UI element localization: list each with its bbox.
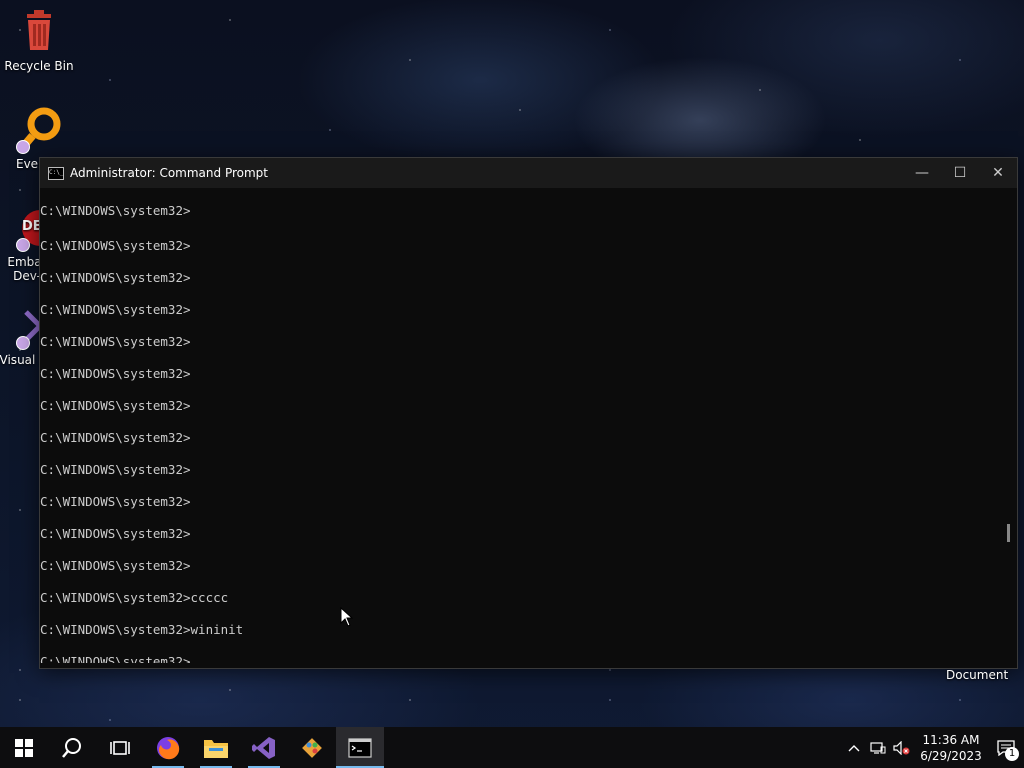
console-line: C:\WINDOWS\system32> [40, 302, 191, 317]
console-line: C:\WINDOWS\system32> [40, 366, 191, 381]
desktop-icon-recycle-bin[interactable]: Recycle Bin [0, 8, 78, 73]
mouse-cursor-icon [340, 607, 354, 627]
console-line: C:\WINDOWS\system32> [40, 398, 191, 413]
scrollbar-thumb[interactable] [1007, 524, 1010, 542]
console-line: C:\WINDOWS\system32> [40, 430, 191, 445]
folder-icon [204, 739, 228, 758]
command-prompt-window[interactable]: C:\_ Administrator: Command Prompt — ☐ ✕… [39, 157, 1018, 669]
console-line: C:\WINDOWS\system32>ccccc [40, 590, 229, 605]
task-view-button[interactable] [96, 727, 144, 768]
visual-studio-icon [252, 736, 275, 759]
window-title: Administrator: Command Prompt [70, 166, 268, 180]
cmd-app-icon: C:\_ [48, 166, 64, 180]
system-tray: 11:36 AM 6/29/2023 1 [842, 727, 1024, 768]
shortcut-arrow-icon [16, 140, 30, 154]
clock-time: 11:36 AM [922, 732, 980, 747]
minimize-button[interactable]: — [903, 158, 941, 188]
shortcut-arrow-icon [16, 336, 30, 350]
console-line: C:\WINDOWS\system32> [40, 494, 191, 509]
clock-date: 6/29/2023 [920, 748, 982, 763]
shortcut-arrow-icon [16, 238, 30, 252]
taskbar-visual-studio[interactable] [240, 727, 288, 768]
console-output[interactable]: C:\WINDOWS\system32> C:\WINDOWS\system32>… [40, 198, 998, 663]
recycle-bin-icon [27, 10, 51, 50]
console-line: C:\WINDOWS\system32> [40, 654, 191, 663]
search-icon [62, 737, 81, 758]
volume-muted-icon[interactable] [890, 727, 914, 768]
console-line: C:\WINDOWS\system32> [40, 238, 191, 253]
taskbar: 11:36 AM 6/29/2023 1 [0, 727, 1024, 768]
taskbar-git[interactable] [288, 727, 336, 768]
console-line: C:\WINDOWS\system32> [40, 203, 191, 218]
task-view-icon [110, 740, 130, 755]
git-gui-icon [302, 737, 322, 758]
wallpaper-stars-bottom [0, 670, 1024, 730]
console-scrollbar[interactable] [999, 198, 1017, 663]
console-line: C:\WINDOWS\system32> [40, 558, 191, 573]
action-center-button[interactable]: 1 [988, 727, 1024, 768]
taskbar-firefox[interactable] [144, 727, 192, 768]
taskbar-clock[interactable]: 11:36 AM 6/29/2023 [914, 732, 988, 764]
start-button[interactable] [0, 727, 48, 768]
console-line: C:\WINDOWS\system32> [40, 334, 191, 349]
windows-logo-icon [15, 738, 33, 757]
show-hidden-icons-chevron-up-icon[interactable] [842, 727, 866, 768]
notification-count-badge: 1 [1005, 747, 1019, 761]
taskbar-search-button[interactable] [48, 727, 96, 768]
desktop-icon-label: Recycle Bin [4, 59, 74, 73]
network-icon[interactable] [866, 727, 890, 768]
command-prompt-icon [348, 737, 372, 758]
console-line: C:\WINDOWS\system32>wininit [40, 622, 244, 637]
desktop-document-label[interactable]: Document [946, 668, 1008, 682]
taskbar-command-prompt[interactable] [336, 727, 384, 768]
close-button[interactable]: ✕ [979, 158, 1017, 188]
firefox-icon [157, 736, 180, 759]
taskbar-file-explorer[interactable] [192, 727, 240, 768]
window-titlebar[interactable]: C:\_ Administrator: Command Prompt — ☐ ✕ [40, 158, 1017, 188]
maximize-button[interactable]: ☐ [941, 158, 979, 188]
console-line: C:\WINDOWS\system32> [40, 462, 191, 477]
console-line: C:\WINDOWS\system32> [40, 270, 191, 285]
console-line: C:\WINDOWS\system32> [40, 526, 191, 541]
